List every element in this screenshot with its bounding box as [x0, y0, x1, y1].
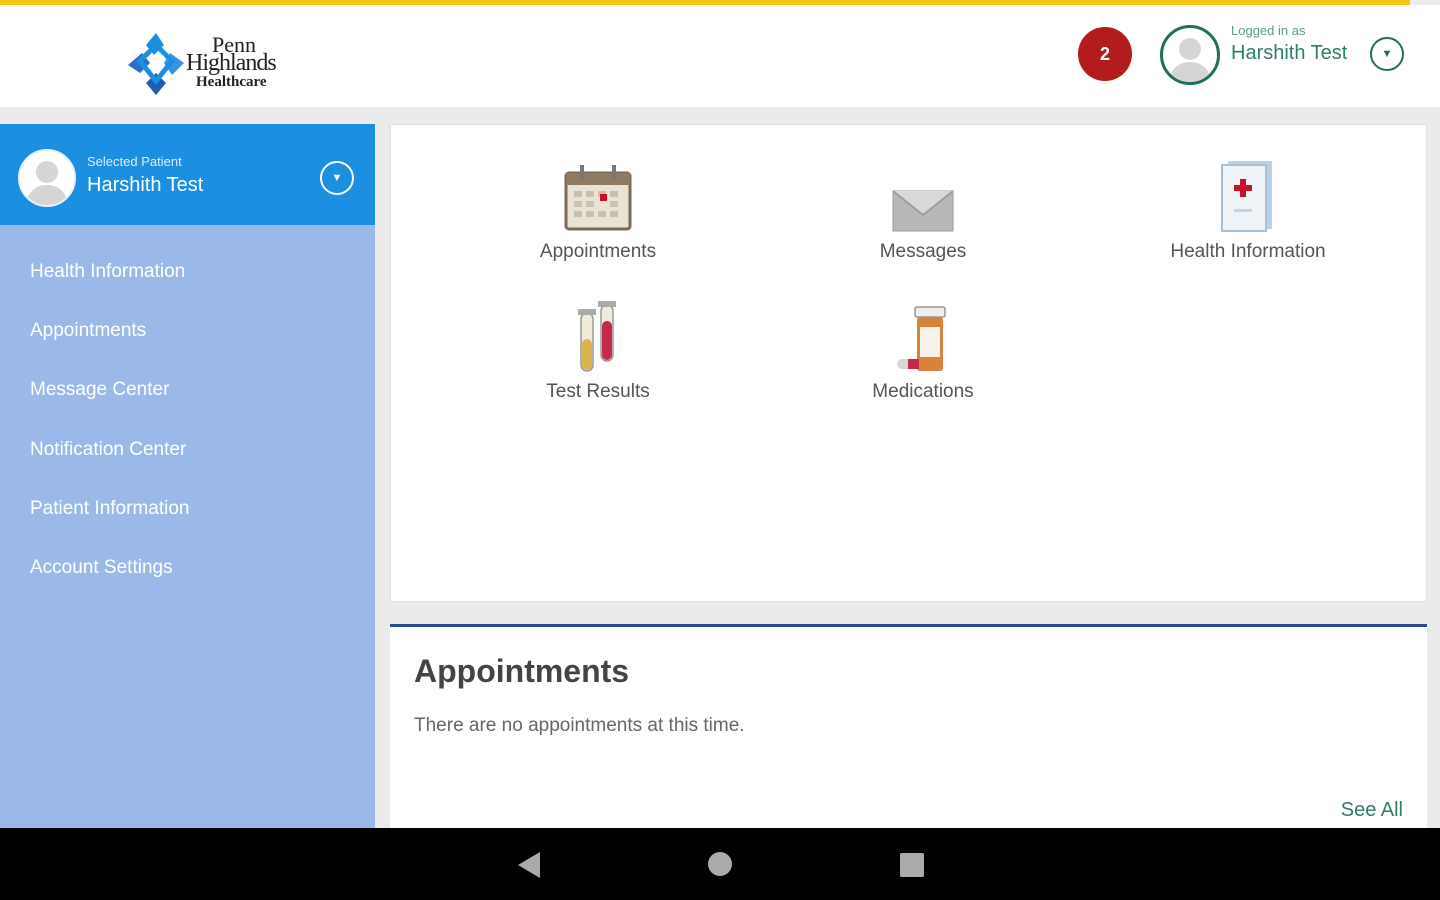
logged-in-label: Logged in as [1231, 23, 1306, 38]
test-tubes-icon [468, 295, 728, 373]
tile-medications[interactable]: Medications [793, 295, 1053, 403]
sidebar-item-patient-information[interactable]: Patient Information [0, 486, 375, 545]
tile-health-information[interactable]: Health Information [1118, 155, 1378, 263]
sidebar-item-message-center[interactable]: Message Center [0, 367, 375, 426]
tile-label: Health Information [1170, 241, 1326, 262]
tile-label: Appointments [539, 241, 657, 262]
envelope-icon [793, 155, 1053, 233]
sidebar: Selected Patient Harshith Test ▼ Health … [0, 124, 375, 828]
person-icon [1169, 38, 1211, 82]
patient-avatar [18, 149, 76, 207]
chevron-down-icon: ▼ [331, 172, 343, 184]
sidebar-item-appointments[interactable]: Appointments [0, 308, 375, 367]
sidebar-nav: Health Information Appointments Message … [0, 225, 375, 604]
logo-line-2: Highlands [186, 50, 277, 76]
selected-patient-name: Harshith Test [87, 174, 204, 196]
tile-label: Medications [872, 381, 974, 402]
recent-apps-icon[interactable] [900, 853, 924, 877]
pill-bottle-icon [793, 295, 1053, 373]
user-menu-button[interactable]: ▼ [1370, 37, 1404, 71]
logo-diamond-icon [128, 33, 184, 95]
sidebar-item-notification-center[interactable]: Notification Center [0, 427, 375, 486]
back-icon[interactable] [518, 852, 540, 878]
selected-patient-panel[interactable]: Selected Patient Harshith Test ▼ [0, 124, 375, 225]
android-navigation-bar [0, 828, 1440, 900]
appointments-empty-message: There are no appointments at this time. [414, 715, 745, 736]
chevron-down-icon: ▼ [1381, 48, 1393, 60]
patient-menu-button[interactable]: ▼ [320, 161, 354, 195]
medical-folder-icon [1118, 155, 1378, 233]
home-icon[interactable] [708, 852, 732, 876]
appointments-panel: Appointments There are no appointments a… [390, 624, 1427, 828]
app-header: Penn Highlands Healthcare 2 Logged in as… [0, 5, 1440, 107]
logo-wordmark: Penn Highlands Healthcare [186, 34, 277, 92]
calendar-icon [468, 155, 728, 233]
sidebar-item-health-information[interactable]: Health Information [0, 249, 375, 308]
sidebar-item-account-settings[interactable]: Account Settings [0, 545, 375, 604]
penn-highlands-logo[interactable]: Penn Highlands Healthcare [124, 31, 304, 103]
selected-patient-label: Selected Patient [87, 154, 182, 169]
logo-line-3: Healthcare [196, 74, 267, 90]
logged-in-info: Logged in as Harshith Test [1231, 23, 1347, 65]
appointments-title: Appointments [414, 653, 630, 689]
tile-appointments[interactable]: Appointments [468, 155, 728, 263]
quick-links-panel: Appointments Messages Health Information [390, 124, 1427, 602]
tile-messages[interactable]: Messages [793, 155, 1053, 263]
tile-test-results[interactable]: Test Results [468, 295, 728, 403]
see-all-link[interactable]: See All [1341, 799, 1403, 822]
tile-label: Test Results [546, 381, 650, 402]
user-avatar[interactable] [1160, 25, 1220, 85]
notification-badge[interactable]: 2 [1078, 27, 1132, 81]
tile-label: Messages [879, 241, 967, 262]
logged-in-user-name: Harshith Test [1231, 42, 1348, 64]
person-icon [26, 161, 68, 205]
